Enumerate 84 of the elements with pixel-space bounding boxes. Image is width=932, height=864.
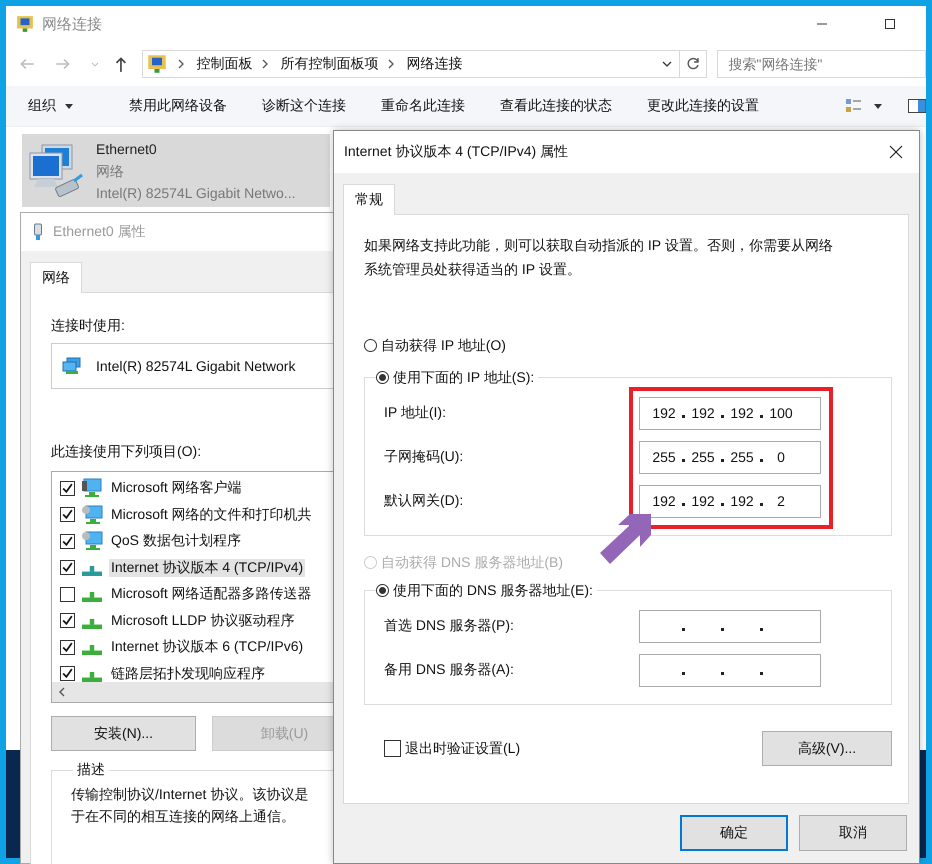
- chevron-icon: [386, 59, 395, 69]
- organize-menu[interactable]: 组织: [18, 91, 84, 121]
- group-title: 描述: [76, 761, 106, 779]
- network-folder-icon: [16, 15, 34, 33]
- ip-address-field[interactable]: 192 192 192 100: [639, 396, 821, 430]
- window-title: Internet 协议版本 4 (TCP/IPv4) 属性: [344, 143, 568, 161]
- item-label: Microsoft 网络的文件和打印机共: [110, 506, 313, 524]
- close-button[interactable]: [889, 145, 903, 159]
- intro-text: 如果网络支持此功能，则可以获取自动指派的 IP 设置。否则，你需要从网络系统管理员处获得适当的 IP 设置。: [364, 236, 834, 279]
- window-title: Ethernet0 属性: [53, 223, 146, 241]
- checkbox[interactable]: [60, 507, 75, 522]
- maximize-button[interactable]: [884, 18, 896, 30]
- ip-address-field[interactable]: [639, 654, 821, 686]
- radio-option[interactable]: 自动获得 IP 地址(O): [364, 333, 506, 357]
- field-label: 备用 DNS 服务器(A):: [384, 661, 515, 679]
- control-panel-icon: [146, 54, 167, 74]
- tab[interactable]: 常规: [343, 184, 395, 215]
- toolbar-button[interactable]: 更改此连接的设置: [637, 91, 769, 121]
- checkbox[interactable]: [60, 613, 75, 628]
- connect-using-label: 连接时使用:: [51, 316, 126, 335]
- chevron-icon: [260, 59, 269, 69]
- advanced-button[interactable]: 高级(V)...: [762, 731, 892, 766]
- connection-name: Ethernet0: [96, 140, 158, 158]
- toolbar-button[interactable]: 重命名此连接: [371, 91, 475, 121]
- radio-option[interactable]: 使用下面的 IP 地址(S):: [376, 365, 534, 389]
- breadcrumb[interactable]: 网络连接: [406, 55, 463, 73]
- field-label: IP 地址(I):: [384, 404, 447, 422]
- connection-tile[interactable]: Ethernet0 网络 Intel(R) 82574L Gigabit Netwo...: [22, 134, 330, 207]
- description-text: 于在不同的相互连接的网络上通信。: [71, 807, 296, 826]
- dialog-button[interactable]: 确定: [680, 815, 788, 851]
- adapter-name: Intel(R) 82574L Gigabit Netwo...: [96, 184, 296, 203]
- scroll-left-icon[interactable]: [58, 687, 66, 697]
- checkbox[interactable]: [60, 560, 75, 576]
- service-icon: [81, 504, 103, 525]
- caret-icon[interactable]: [873, 101, 883, 111]
- client-icon: [81, 478, 103, 498]
- item-label: Microsoft 网络适配器多路传送器: [110, 585, 313, 604]
- field-label: 首选 DNS 服务器(P):: [384, 617, 515, 635]
- address-bar[interactable]: 控制面板 所有控制面板项 网络连接: [142, 50, 708, 78]
- item-label: 链路层拓扑发现响应程序: [110, 664, 266, 682]
- network-adapter-icon: [62, 357, 82, 375]
- annotation-arrow: [598, 513, 652, 565]
- view-options-icon[interactable]: [845, 98, 863, 114]
- ip-address-field[interactable]: 192 192 192 2: [639, 484, 821, 518]
- toolbar-button[interactable]: 禁用此网络设备: [119, 91, 237, 121]
- checkbox-option[interactable]: 退出时验证设置(L): [384, 740, 520, 758]
- item-label: QoS 数据包计划程序: [110, 532, 242, 550]
- item-label: Microsoft 网络客户端: [110, 479, 243, 498]
- breadcrumb[interactable]: 所有控制面板项: [280, 55, 379, 73]
- toolbar-button[interactable]: 查看此连接的状态: [490, 91, 622, 121]
- protocol-icon: [82, 592, 102, 602]
- protocol-icon: [82, 618, 102, 629]
- radio-option[interactable]: 使用下面的 DNS 服务器地址(E):: [376, 578, 593, 602]
- ip-address-field[interactable]: [639, 610, 821, 642]
- tab[interactable]: 网络: [30, 262, 82, 293]
- service-icon: [81, 531, 103, 552]
- checkbox[interactable]: [60, 640, 75, 655]
- items-label: 此连接使用下列项目(O):: [51, 442, 202, 461]
- toolbar-button[interactable]: 诊断这个连接: [252, 91, 356, 121]
- checkbox[interactable]: [60, 534, 75, 549]
- chevron-icon: [176, 59, 185, 69]
- protocol-icon: [82, 672, 102, 682]
- search-field[interactable]: 搜索"网络连接": [717, 50, 926, 78]
- item-label: Internet 协议版本 4 (TCP/IPv4): [109, 558, 306, 577]
- preview-pane-icon[interactable]: [908, 99, 926, 113]
- dialog-button[interactable]: 安装(N)...: [51, 716, 196, 751]
- protocol-icon: [82, 566, 102, 576]
- protocol-icon: [82, 645, 102, 656]
- item-label: Microsoft LLDP 协议驱动程序: [110, 612, 296, 630]
- item-label: Internet 协议版本 6 (TCP/IPv6): [110, 638, 304, 656]
- field-label: 子网掩码(U):: [384, 448, 464, 466]
- description-text: 传输控制协议/Internet 协议。该协议是: [71, 785, 310, 804]
- breadcrumb[interactable]: 控制面板: [196, 55, 253, 73]
- network-adapter-icon: [33, 223, 43, 241]
- caret-icon: [64, 101, 74, 111]
- adapter-name: Intel(R) 82574L Gigabit Network: [96, 358, 296, 374]
- checkbox[interactable]: [60, 480, 75, 496]
- field-label: 默认网关(D):: [384, 492, 464, 510]
- checkbox[interactable]: [60, 586, 75, 602]
- ip-address-field[interactable]: 255 255 255 0: [639, 440, 821, 474]
- checkbox[interactable]: [60, 666, 75, 682]
- window-title: 网络连接: [42, 14, 102, 34]
- dialog-button[interactable]: 取消: [799, 815, 907, 851]
- network-label: 网络: [96, 162, 125, 180]
